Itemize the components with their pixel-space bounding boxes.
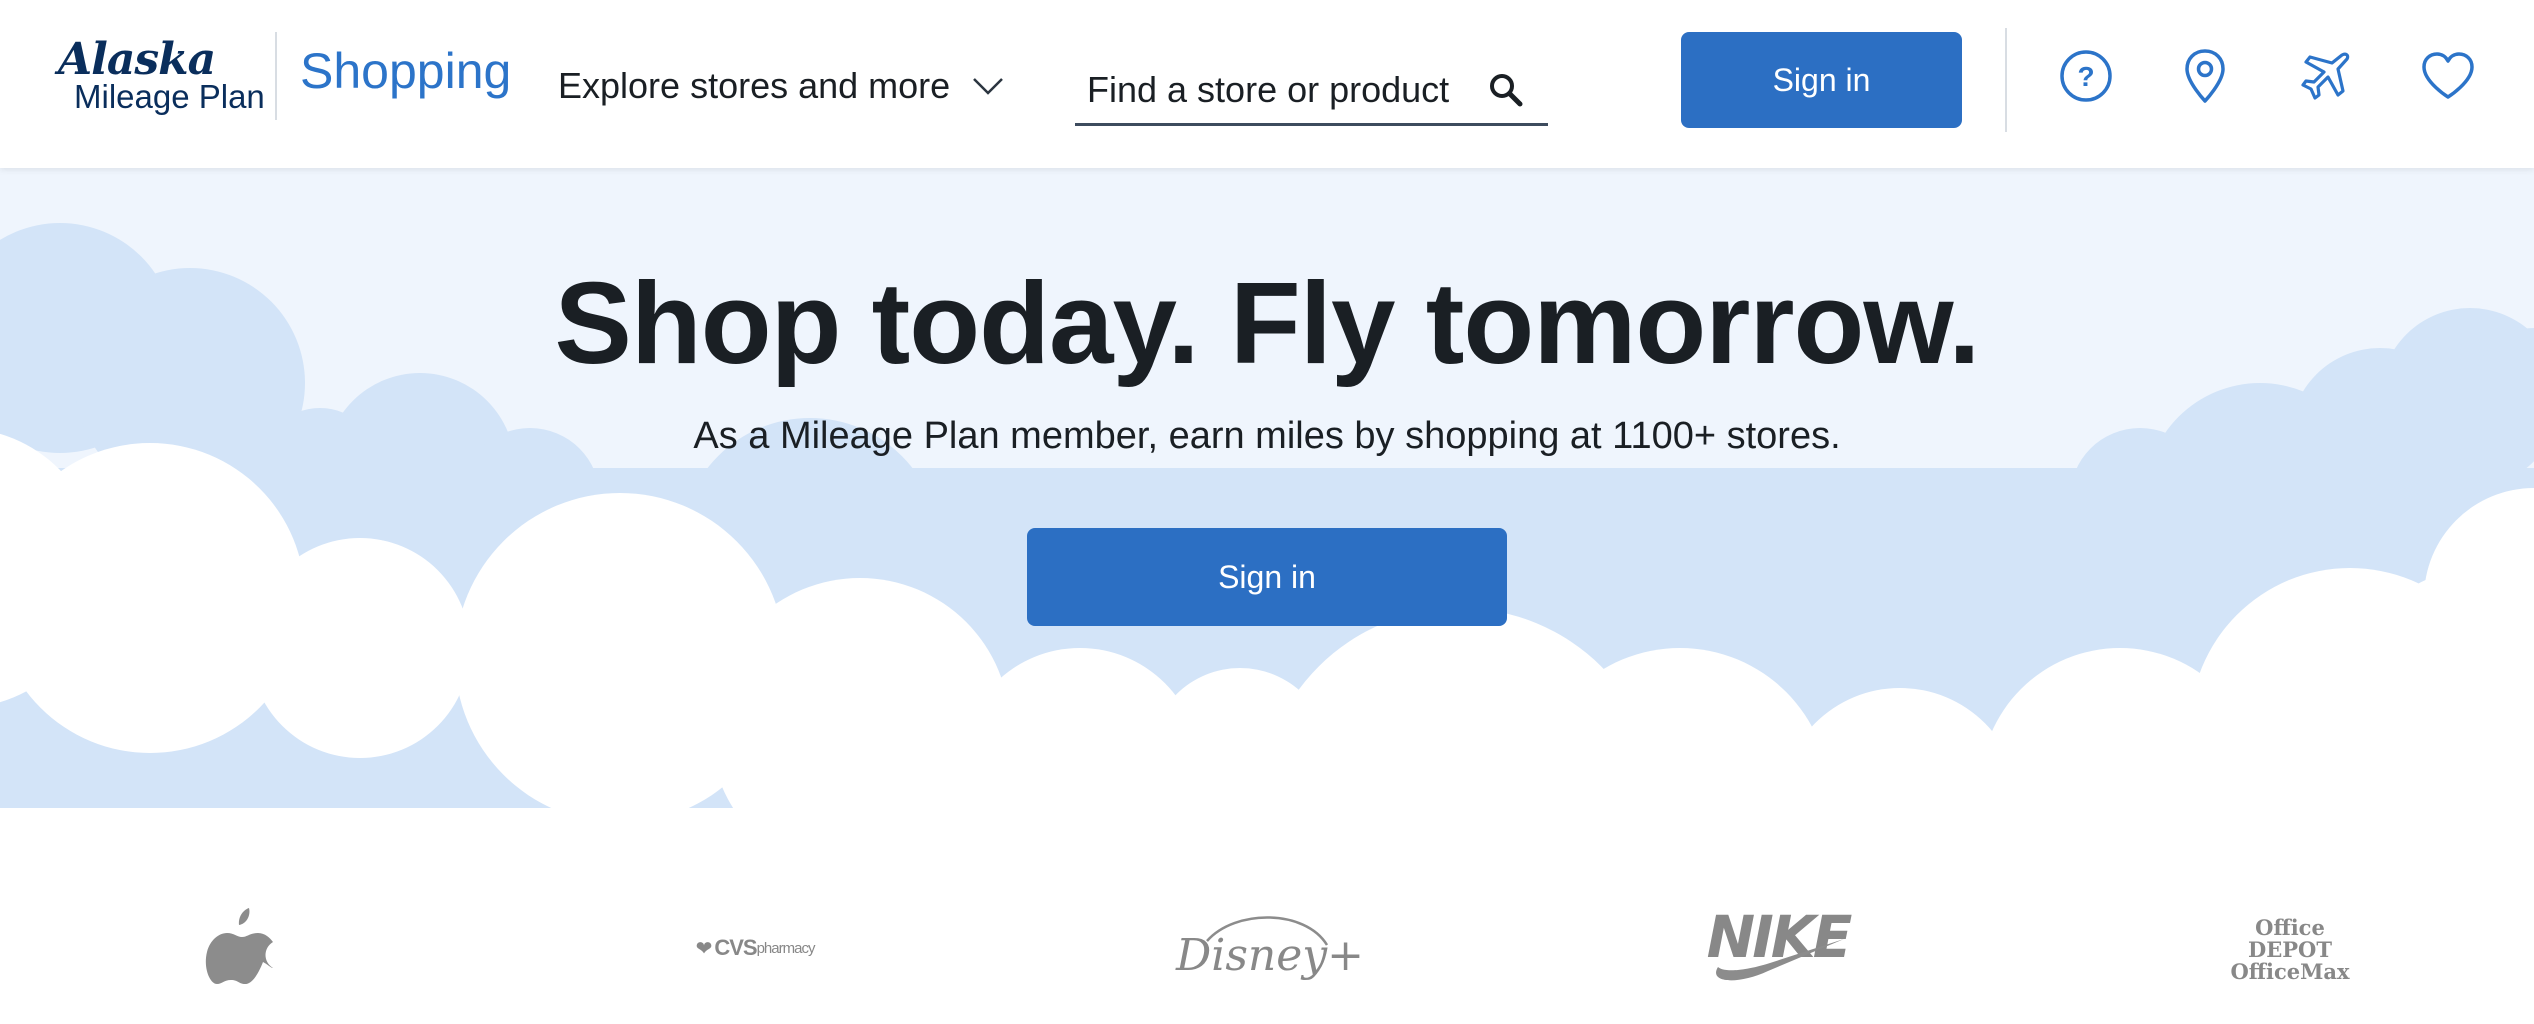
site-header: Alaska Mileage Plan Shopping Explore sto… [0, 0, 2534, 168]
shopping-home-link[interactable]: Shopping [300, 42, 511, 100]
disney-plus-logo[interactable]: Disney+ [1176, 905, 1364, 985]
officemax-text: OfficeMax [2230, 959, 2350, 984]
location-pin-icon[interactable] [2174, 45, 2236, 107]
search-icon[interactable] [1486, 70, 1526, 110]
hero-title: Shop today. Fly tomorrow. [554, 258, 1981, 388]
alaska-mileage-plan-logo[interactable]: Alaska Mileage Plan [54, 34, 265, 120]
hero-sign-in-button[interactable]: Sign in [1027, 528, 1507, 626]
search-input[interactable] [1075, 59, 1475, 120]
search-bar [1075, 56, 1548, 126]
cvs-brand-text: CVS [714, 935, 757, 960]
nike-logo[interactable]: NIKE [1707, 903, 1852, 985]
help-icon[interactable]: ? [2055, 45, 2117, 107]
apple-logo[interactable] [205, 900, 277, 990]
office-depot-text: Office DEPOT [2248, 915, 2332, 962]
hero-subtitle: As a Mileage Plan member, earn miles by … [693, 415, 1841, 457]
heart-icon[interactable] [2417, 45, 2479, 107]
disney-brand-text: Disney+ [1175, 929, 1365, 981]
swoosh-icon [1716, 939, 1844, 981]
office-depot-officemax-logo[interactable]: Office DEPOT OfficeMax [2215, 917, 2365, 983]
logo-divider [275, 32, 277, 120]
logo-sub-text: Mileage Plan [74, 78, 265, 115]
explore-label: Explore stores and more [558, 65, 951, 106]
airplane-icon[interactable] [2294, 45, 2356, 107]
cvs-suffix-text: pharmacy [756, 939, 816, 957]
hero-section: Shop today. Fly tomorrow. As a Mileage P… [0, 168, 2534, 808]
cvs-pharmacy-logo[interactable]: ❤ CVS pharmacy [685, 930, 825, 966]
apple-icon [205, 908, 273, 984]
svg-text:?: ? [2077, 61, 2094, 92]
header-divider [2005, 28, 2007, 132]
heart-icon: ❤ [695, 937, 713, 960]
header-sign-in-button[interactable]: Sign in [1681, 32, 1962, 128]
explore-stores-dropdown[interactable]: Explore stores and more [558, 58, 1004, 114]
chevron-down-icon [973, 78, 1004, 95]
